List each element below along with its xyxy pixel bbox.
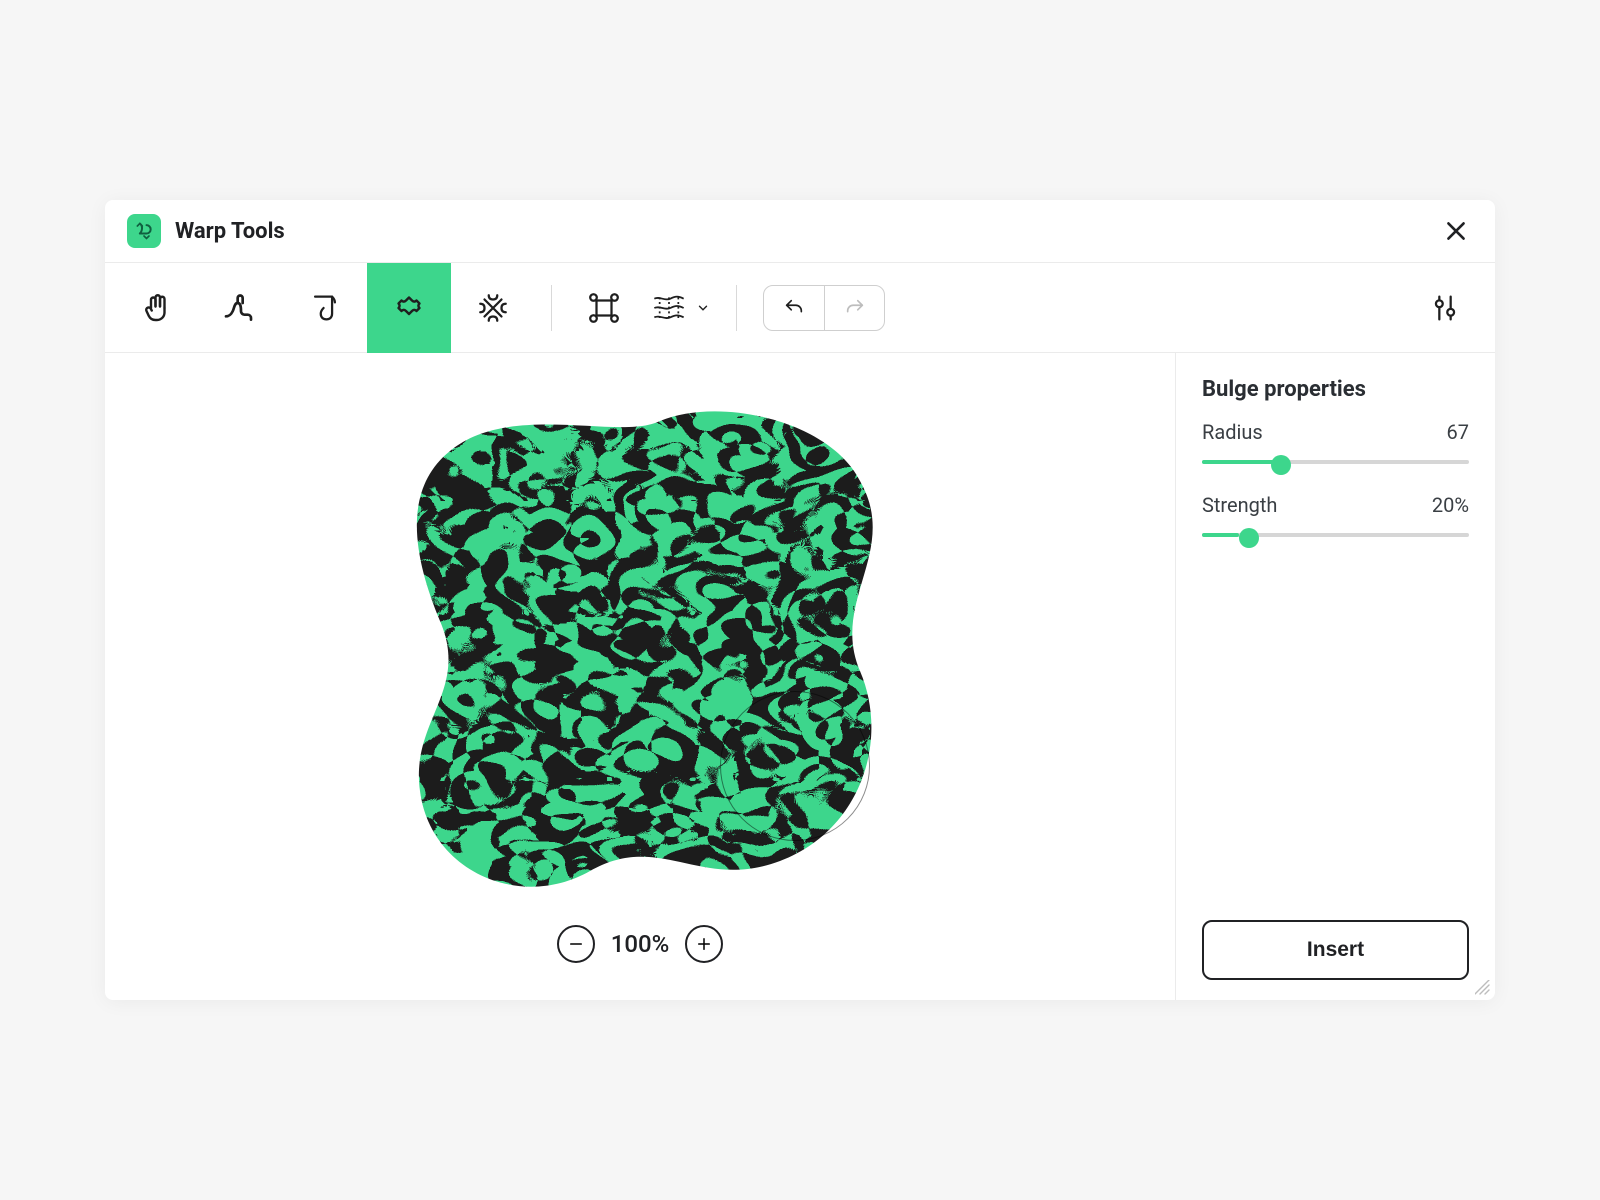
app-icon <box>127 214 161 248</box>
radius-row: Radius 67 <box>1202 420 1469 444</box>
zoom-level: 100% <box>611 930 670 958</box>
minus-icon <box>567 935 585 953</box>
tool-scramble[interactable] <box>451 263 535 353</box>
insert-button[interactable]: Insert <box>1202 920 1469 980</box>
redo-button[interactable] <box>824 286 884 330</box>
close-icon <box>1443 218 1469 244</box>
tool-finger[interactable] <box>199 263 283 353</box>
warp-tools-dialog: Warp Tools <box>105 200 1495 1000</box>
tool-mesh-dropdown[interactable] <box>640 263 720 353</box>
tool-group-transform <box>568 263 720 353</box>
radius-slider-wrap <box>1202 452 1469 471</box>
toolbar <box>105 263 1495 353</box>
dialog-title: Warp Tools <box>175 219 1439 244</box>
zoom-controls: 100% <box>557 925 724 963</box>
close-button[interactable] <box>1439 214 1473 248</box>
chevron-down-icon <box>696 301 710 315</box>
sliders-icon <box>1428 291 1462 325</box>
undo-redo-group <box>763 285 885 331</box>
settings-button[interactable] <box>1415 278 1475 338</box>
hand-icon <box>139 290 175 326</box>
toolbar-separator <box>551 285 552 331</box>
plus-icon <box>695 935 713 953</box>
tool-bulge[interactable] <box>367 263 451 353</box>
tool-transform[interactable] <box>568 263 640 353</box>
tool-hand[interactable] <box>115 263 199 353</box>
strength-row: Strength 20% <box>1202 493 1469 517</box>
smear-icon <box>308 291 342 325</box>
panel-title: Bulge properties <box>1202 377 1469 402</box>
scramble-icon <box>476 291 510 325</box>
tool-smear[interactable] <box>283 263 367 353</box>
properties-panel: Bulge properties Radius 67 Strength 20% … <box>1175 353 1495 1000</box>
mesh-icon <box>650 292 688 324</box>
redo-icon <box>841 297 869 319</box>
toolbar-separator <box>736 285 737 331</box>
dialog-header: Warp Tools <box>105 200 1495 263</box>
strength-slider-wrap <box>1202 525 1469 544</box>
radius-value: 67 <box>1447 420 1469 444</box>
strength-value: 20% <box>1432 493 1469 517</box>
tool-group-warp <box>115 263 535 353</box>
radius-slider[interactable] <box>1204 463 1471 467</box>
warped-artwork <box>360 391 920 911</box>
canvas-area[interactable]: 100% <box>105 353 1175 1000</box>
strength-slider[interactable] <box>1204 536 1471 540</box>
zoom-out-button[interactable] <box>557 925 595 963</box>
zoom-in-button[interactable] <box>685 925 723 963</box>
bulge-icon <box>391 290 427 326</box>
resize-handle-icon[interactable] <box>1475 980 1491 996</box>
radius-label: Radius <box>1202 420 1263 444</box>
strength-label: Strength <box>1202 493 1277 517</box>
content-area: 100% Bulge properties Radius 67 Strength… <box>105 353 1495 1000</box>
undo-icon <box>780 297 808 319</box>
transform-icon <box>586 290 622 326</box>
finger-icon <box>221 288 261 328</box>
undo-button[interactable] <box>764 286 824 330</box>
